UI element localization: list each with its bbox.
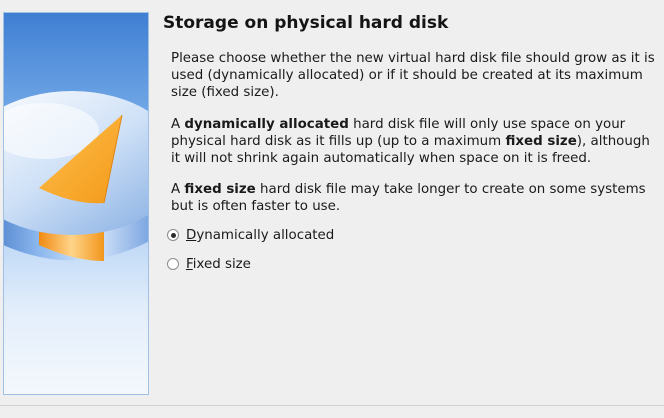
text-segment: A (171, 117, 185, 132)
dynamically-allocated-label[interactable]: Dynamically allocated (186, 228, 334, 243)
label-rest: ynamically allocated (196, 227, 335, 243)
mnemonic-letter: F (186, 256, 193, 272)
footer-divider (0, 405, 664, 406)
mnemonic-letter: D (186, 227, 197, 243)
fixed-explanation-paragraph: A fixed size hard disk file may take lon… (163, 181, 659, 215)
wizard-side-image (3, 12, 149, 395)
radio-unchecked-icon[interactable] (167, 258, 179, 270)
wizard-page: Storage on physical hard disk Please cho… (163, 12, 659, 273)
bold-term-fixed-size: fixed size (184, 182, 256, 197)
page-title: Storage on physical hard disk (163, 13, 449, 33)
storage-type-options: Dynamically allocated Fixed size (163, 226, 659, 273)
text-segment: A (171, 182, 185, 197)
fixed-size-label[interactable]: Fixed size (186, 257, 251, 272)
label-rest: ixed size (192, 256, 251, 272)
fixed-size-radio[interactable]: Fixed size (167, 255, 659, 273)
dynamically-allocated-radio[interactable]: Dynamically allocated (167, 226, 659, 244)
hard-disk-illustration-icon (4, 91, 148, 261)
bold-term-fixed-size: fixed size (505, 134, 577, 149)
bold-term-dynamically-allocated: dynamically allocated (184, 117, 349, 132)
description-paragraph: Please choose whether the new virtual ha… (171, 51, 655, 100)
radio-checked-icon[interactable] (167, 229, 179, 241)
dynamic-explanation-paragraph: A dynamically allocated hard disk file w… (163, 116, 659, 167)
